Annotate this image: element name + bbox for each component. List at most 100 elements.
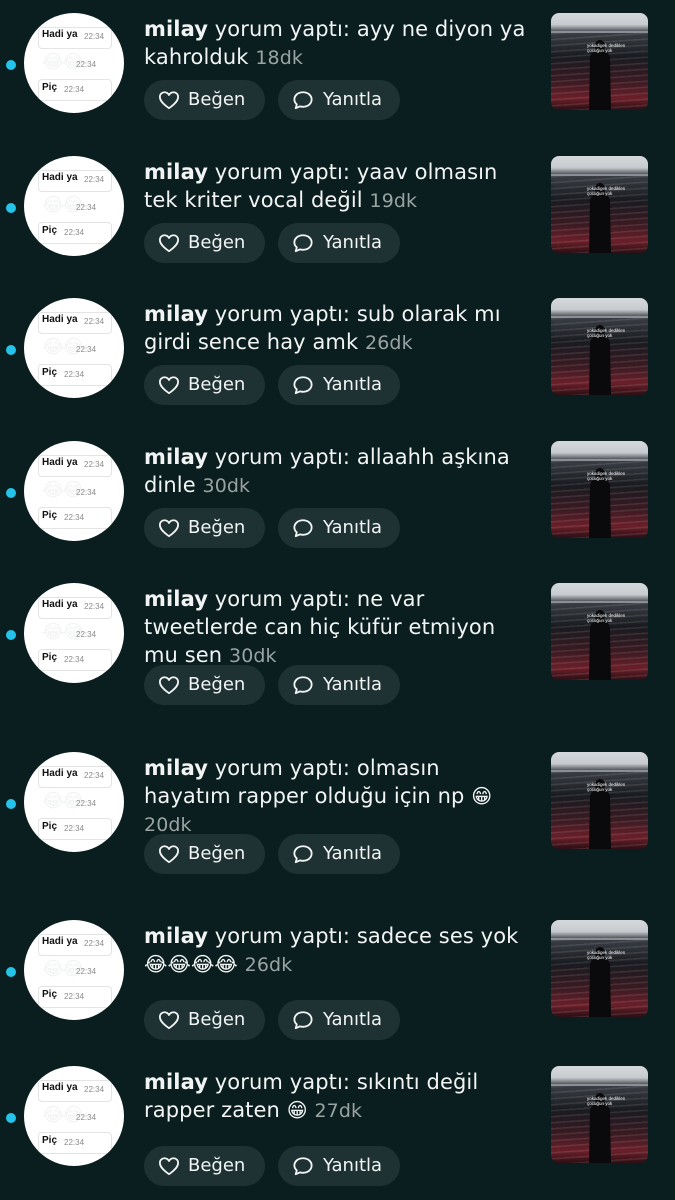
unread-dot	[6, 1113, 16, 1123]
reply-button[interactable]: Yanıtla	[278, 1000, 400, 1040]
comment-line: hayatım rapper olduğu için np	[144, 784, 465, 808]
like-button[interactable]: Beğen	[144, 223, 265, 263]
avatar-time: 22:34	[84, 771, 105, 780]
comment-line: girdi sence hay amk	[144, 330, 359, 354]
avatar[interactable]: Hadi ya 22:34 😂😂 22:34 Piç 22:34	[24, 298, 124, 398]
avatar[interactable]: Hadi ya 22:34 😂😂 22:34 Piç 22:34	[24, 13, 124, 113]
reply-label: Yanıtla	[323, 843, 383, 864]
comment-line: ayy ne diyon ya	[356, 17, 526, 41]
unread-dot	[6, 488, 16, 498]
notification-content[interactable]: milay yorum yaptı: ne var tweetlerde can …	[144, 585, 539, 670]
like-label: Beğen	[188, 843, 246, 864]
avatar[interactable]: Hadi ya 22:34 😂😂 22:34 Piç 22:34	[24, 156, 124, 256]
username[interactable]: milay	[144, 1070, 208, 1094]
heart-icon	[159, 519, 179, 538]
username[interactable]: milay	[144, 587, 208, 611]
post-thumbnail[interactable]: yokadigek dediklen çocuğun yok	[551, 920, 648, 1017]
like-label: Beğen	[188, 674, 246, 695]
post-thumbnail[interactable]: yokadigek dediklen çocuğun yok	[551, 1066, 648, 1163]
avatar-time: 22:34	[64, 228, 85, 237]
comment-line: yaav olmasın	[356, 160, 498, 184]
username[interactable]: milay	[144, 924, 208, 948]
like-button[interactable]: Beğen	[144, 665, 265, 705]
notification-content[interactable]: milay yorum yaptı: sıkıntı değil rapper z…	[144, 1068, 539, 1125]
unread-dot	[6, 799, 16, 809]
reply-label: Yanıtla	[323, 674, 383, 695]
avatar-time: 22:34	[84, 175, 105, 184]
like-button[interactable]: Beğen	[144, 1000, 265, 1040]
comment-age: 20dk	[144, 814, 192, 836]
notification-content[interactable]: milay yorum yaptı: yaav olmasın tek krite…	[144, 158, 539, 215]
avatar[interactable]: Hadi ya 22:34 😂😂 22:34 Piç 22:34	[24, 441, 124, 541]
comment-text: milay yorum yaptı: ne var tweetlerde can …	[144, 585, 539, 670]
avatar-time: 22:34	[64, 824, 85, 833]
post-thumbnail[interactable]: yokadigek dediklen çocuğun yok	[551, 441, 648, 538]
avatar-top-text: Hadi ya	[42, 29, 78, 40]
avatar-time: 22:34	[64, 370, 85, 379]
notification-content[interactable]: milay yorum yaptı: ayy ne diyon ya kahrol…	[144, 15, 539, 72]
like-button[interactable]: Beğen	[144, 1146, 265, 1186]
avatar[interactable]: Hadi ya 22:34 😂😂 22:34 Piç 22:34	[24, 752, 124, 852]
like-label: Beğen	[188, 89, 246, 110]
reply-label: Yanıtla	[323, 1155, 383, 1176]
like-button[interactable]: Beğen	[144, 834, 265, 874]
username[interactable]: milay	[144, 17, 208, 41]
thumbnail-caption: yokadigek dediklen çocuğun yok	[587, 328, 626, 338]
reply-button[interactable]: Yanıtla	[278, 834, 400, 874]
speech-bubble-icon	[293, 519, 313, 538]
like-button[interactable]: Beğen	[144, 508, 265, 548]
reply-button[interactable]: Yanıtla	[278, 1146, 400, 1186]
speech-bubble-icon	[293, 1011, 313, 1030]
post-thumbnail[interactable]: yokadigek dediklen çocuğun yok	[551, 752, 648, 849]
comment-text: milay yorum yaptı: sıkıntı değil rapper z…	[144, 1068, 539, 1125]
comment-age: 30dk	[202, 475, 251, 497]
post-thumbnail[interactable]: yokadigek dediklen çocuğun yok	[551, 13, 648, 110]
avatar-top-text: Hadi ya	[42, 1082, 78, 1093]
avatar[interactable]: Hadi ya 22:34 😂😂 22:34 Piç 22:34	[24, 1066, 124, 1166]
heart-icon	[159, 845, 179, 864]
heart-icon	[159, 1011, 179, 1030]
thumbnail-caption: yokadigek dediklen çocuğun yok	[587, 1096, 626, 1106]
username[interactable]: milay	[144, 302, 208, 326]
comment-text: milay yorum yaptı: allaahh aşkına dinle 3…	[144, 443, 539, 500]
notification-content[interactable]: milay yorum yaptı: olmasın hayatım rapper…	[144, 754, 539, 839]
like-button[interactable]: Beğen	[144, 80, 265, 120]
comment-text: milay yorum yaptı: sadece ses yok 😂😂😂😂 2…	[144, 922, 539, 979]
reply-button[interactable]: Yanıtla	[278, 80, 400, 120]
avatar-top-text: Hadi ya	[42, 314, 78, 325]
comment-line: sub olarak mı	[356, 302, 501, 326]
notification-content[interactable]: milay yorum yaptı: sub olarak mı girdi se…	[144, 300, 539, 357]
avatar[interactable]: Hadi ya 22:34 😂😂 22:34 Piç 22:34	[24, 583, 124, 683]
avatar-time: 22:34	[76, 967, 97, 976]
avatar-bottom-text: Piç	[42, 1135, 58, 1146]
thumbnail-caption: yokadigek dediklen çocuğun yok	[587, 950, 626, 960]
avatar[interactable]: Hadi ya 22:34 😂😂 22:34 Piç 22:34	[24, 920, 124, 1020]
notification-content[interactable]: milay yorum yaptı: allaahh aşkına dinle 3…	[144, 443, 539, 500]
reply-button[interactable]: Yanıtla	[278, 365, 400, 405]
comment-text: milay yorum yaptı: yaav olmasın tek krite…	[144, 158, 539, 215]
post-thumbnail[interactable]: yokadigek dediklen çocuğun yok	[551, 298, 648, 395]
username[interactable]: milay	[144, 756, 208, 780]
username[interactable]: milay	[144, 160, 208, 184]
reply-button[interactable]: Yanıtla	[278, 508, 400, 548]
unread-dot	[6, 60, 16, 70]
heart-icon	[159, 376, 179, 395]
avatar-time: 22:34	[84, 32, 105, 41]
avatar-top-text: Hadi ya	[42, 936, 78, 947]
avatar-time: 22:34	[84, 1085, 105, 1094]
post-thumbnail[interactable]: yokadigek dediklen çocuğun yok	[551, 583, 648, 680]
action-text: yorum yaptı:	[214, 160, 351, 184]
comment-emoji: 😂😂😂😂	[144, 952, 238, 976]
avatar-time: 22:34	[84, 939, 105, 948]
comment-text: milay yorum yaptı: sub olarak mı girdi se…	[144, 300, 539, 357]
reply-button[interactable]: Yanıtla	[278, 223, 400, 263]
username[interactable]: milay	[144, 445, 208, 469]
reply-button[interactable]: Yanıtla	[278, 665, 400, 705]
notification-content[interactable]: milay yorum yaptı: sadece ses yok 😂😂😂😂 2…	[144, 922, 539, 979]
comment-line: allaahh aşkına	[356, 445, 510, 469]
avatar-bottom-text: Piç	[42, 510, 58, 521]
post-thumbnail[interactable]: yokadigek dediklen çocuğun yok	[551, 156, 648, 253]
like-label: Beğen	[188, 1155, 246, 1176]
comment-emoji: 😁	[286, 1098, 308, 1122]
like-button[interactable]: Beğen	[144, 365, 265, 405]
